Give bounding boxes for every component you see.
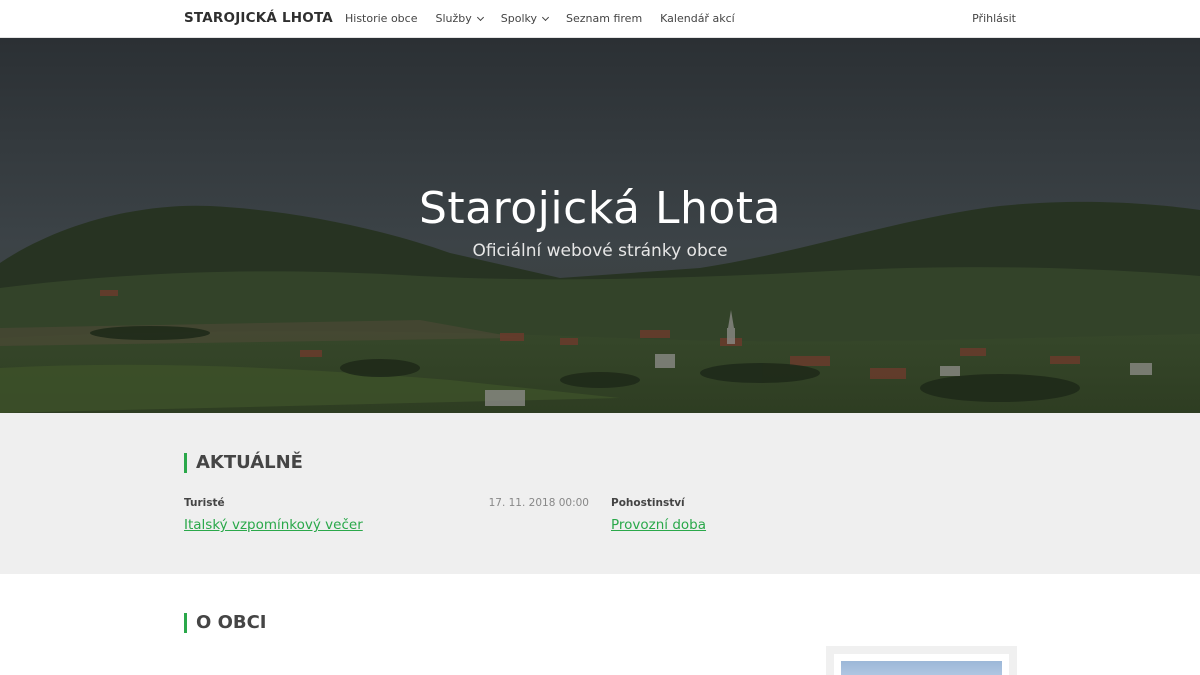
nav-item-historie-obce[interactable]: Historie obce (345, 12, 417, 25)
nav-item-spolky[interactable]: Spolky (500, 12, 550, 25)
village-photo (841, 661, 1002, 675)
news-category: Pohostinství (611, 497, 685, 509)
nav-item-label: Spolky (500, 12, 538, 25)
site-brand-link[interactable]: STAROJICKÁ LHOTA (184, 10, 333, 26)
nav-item-label: Historie obce (345, 12, 418, 25)
hero-title: Starojická Lhota (418, 183, 782, 234)
nav-item-seznam-firem[interactable]: Seznam firem (566, 12, 642, 25)
news-item: Turisté 17. 11. 2018 00:00 Italský vzpom… (184, 497, 589, 533)
nav-item-label: Kalendář akcí (660, 12, 735, 25)
login-link[interactable]: Přihlásit (972, 12, 1016, 25)
nav-item-label: Seznam firem (566, 12, 643, 25)
news-section: AKTUÁLNĚ Turisté 17. 11. 2018 00:00 Ital… (0, 413, 1200, 574)
chevron-down-icon (541, 13, 550, 21)
photo-frame (834, 654, 1009, 675)
chevron-down-icon (476, 13, 484, 21)
sidebar-photo-card (826, 646, 1017, 675)
main-nav: Historie obce Služby Spolky Seznam firem… (345, 12, 735, 25)
news-link[interactable]: Italský vzpomínkový večer (184, 517, 589, 533)
news-date: 17. 11. 2018 00:00 (488, 497, 589, 509)
nav-item-label: Služby (435, 12, 472, 25)
top-navbar: STAROJICKÁ LHOTA Historie obce Služby Sp… (0, 0, 1200, 38)
nav-item-sluzby[interactable]: Služby (435, 12, 484, 25)
news-item: Pohostinství Provozní doba (611, 497, 1016, 533)
nav-item-kalendar-akci[interactable]: Kalendář akcí (660, 12, 735, 25)
about-section-title: O OBCI (184, 613, 267, 633)
news-link[interactable]: Provozní doba (611, 517, 1016, 533)
hero-subtitle: Oficiální webové stránky obce (472, 241, 728, 261)
hero-banner: Starojická Lhota Oficiální webové stránk… (0, 38, 1200, 413)
news-section-title: AKTUÁLNĚ (184, 453, 303, 473)
